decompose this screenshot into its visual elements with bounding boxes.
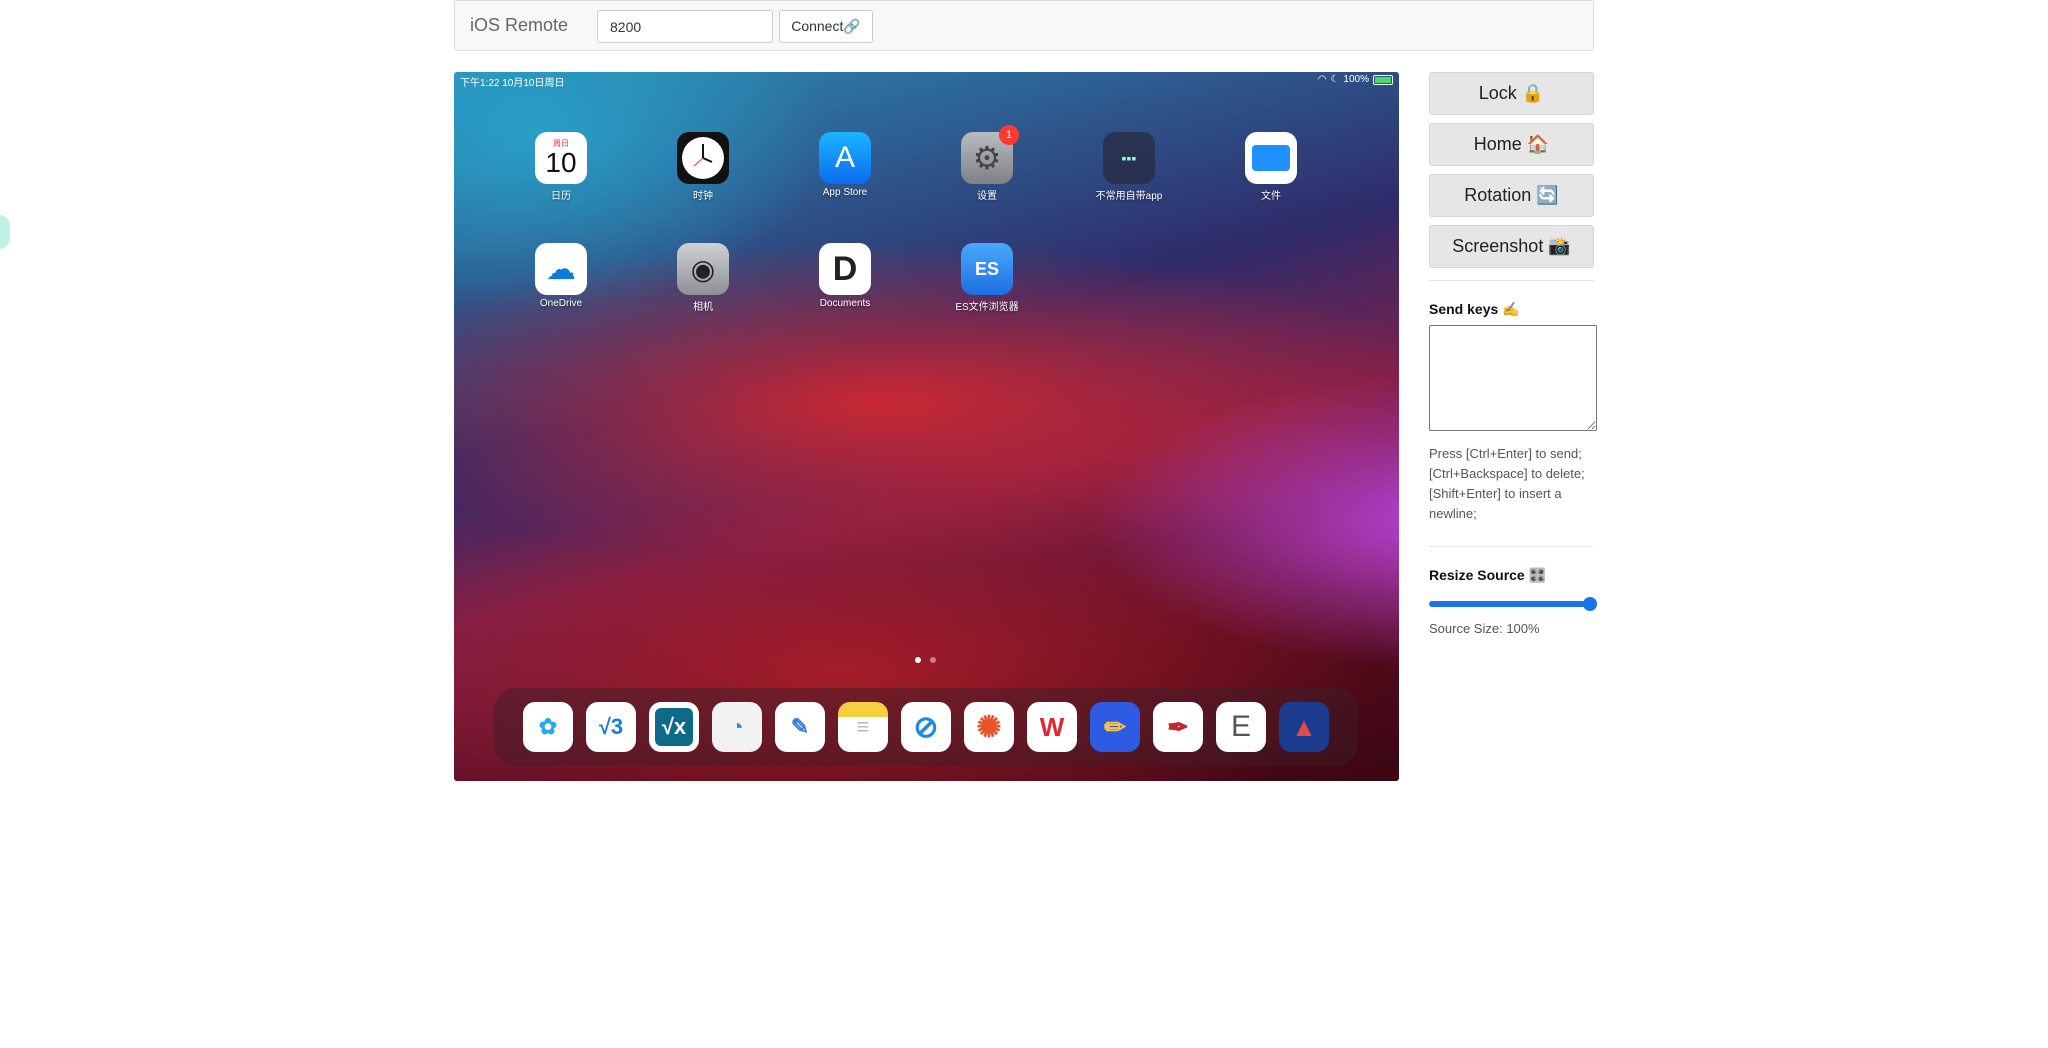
files-icon (1245, 132, 1297, 184)
rotation-button[interactable]: Rotation 🔄 (1429, 174, 1594, 217)
app-files[interactable]: 文件 (1216, 132, 1326, 202)
goodnotes-icon[interactable]: ✎ (775, 702, 825, 752)
moon-icon: ☾ (1330, 74, 1340, 85)
port-input[interactable] (597, 10, 773, 43)
app-label: 文件 (1261, 191, 1281, 202)
app-folder[interactable]: ▪▪▪ 不常用自带app (1074, 132, 1184, 202)
safari-icon[interactable]: ⊘ (901, 702, 951, 752)
clock-icon (677, 132, 729, 184)
divider (1429, 280, 1594, 281)
rocket-app-icon[interactable]: ▲ (1279, 702, 1329, 752)
app-label: 时钟 (693, 191, 713, 202)
documents-icon: D (819, 243, 871, 295)
battery-icon (1373, 74, 1393, 85)
resize-source-label: Resize Source 🎛️ (1429, 567, 1547, 583)
top-navbar: iOS Remote Connect🔗 (454, 0, 1594, 51)
app-label: 相机 (693, 302, 713, 313)
wps-office-icon[interactable]: W (1027, 702, 1077, 752)
app-label: App Store (822, 187, 868, 198)
app-app-store[interactable]: A App Store (790, 132, 900, 198)
calculator-vx-icon[interactable]: √x (649, 702, 699, 752)
app-label: ES文件浏览器 (955, 302, 1019, 313)
resize-source-slider[interactable] (1429, 597, 1597, 611)
app-label: 不常用自带app (1095, 191, 1163, 202)
dock: ✿ √3 √x ◔ ✎ ≡ ⊘ ✺ W ✏ ✒ E ▲ (494, 688, 1358, 766)
notification-badge: 1 (999, 125, 1019, 145)
app-calendar[interactable]: 周日 10 日历 (506, 132, 616, 202)
notes-icon[interactable]: ≡ (838, 702, 888, 752)
home-button[interactable]: Home 🏠 (1429, 123, 1594, 166)
app-store-icon: A (819, 132, 871, 184)
app-brand: iOS Remote (470, 15, 569, 35)
app-label: 日历 (551, 191, 571, 202)
baidu-netdisk-icon[interactable]: ✿ (523, 702, 573, 752)
divider (1429, 546, 1594, 547)
camera-icon: ◉ (677, 243, 729, 295)
lock-button[interactable]: Lock 🔒 (1429, 72, 1594, 115)
folder-icon: ▪▪▪ (1103, 132, 1155, 184)
status-time-date: 下午1:22 10月10日周日 (460, 78, 565, 89)
send-keys-textarea[interactable] (1429, 325, 1597, 431)
page-dot (915, 657, 921, 663)
page-dot (930, 657, 936, 663)
es-file-explorer-icon: ES (961, 243, 1013, 295)
app-settings[interactable]: ⚙ 1 设置 (932, 125, 1042, 202)
connect-button[interactable]: Connect🔗 (779, 10, 873, 43)
app-clock[interactable]: 时钟 (648, 132, 758, 202)
send-keys-help: Press [Ctrl+Enter] to send; [Ctrl+Backsp… (1429, 446, 1585, 521)
app-label: 设置 (977, 191, 997, 202)
app-es-file-explorer[interactable]: ES ES文件浏览器 (932, 243, 1042, 313)
onedrive-icon: ☁ (535, 243, 587, 295)
app-label: Documents (819, 298, 871, 309)
wifi-icon: ◠ (1317, 74, 1327, 85)
mathstudio-icon[interactable]: √3 (586, 702, 636, 752)
app-label: OneDrive (539, 298, 583, 309)
page-indicator (915, 657, 936, 663)
source-size-text: Source Size: 100% (1429, 621, 1540, 636)
e-app-icon[interactable]: E (1216, 702, 1266, 752)
control-panel: Lock 🔒 Home 🏠 Rotation 🔄 Screenshot 📸 Se… (1429, 72, 1597, 636)
photos-icon[interactable]: ✺ (964, 702, 1014, 752)
device-status-bar: 下午1:22 10月10日周日 ◠ ☾ 100% (460, 74, 1393, 89)
app-onedrive[interactable]: ☁ OneDrive (506, 243, 616, 309)
pencil-app-icon[interactable]: ✏ (1090, 702, 1140, 752)
edge-floating-handle[interactable] (0, 215, 10, 249)
battery-percent: 100% (1343, 74, 1369, 85)
app-camera[interactable]: ◉ 相机 (648, 243, 758, 313)
progress-ring-icon[interactable]: ◔ (712, 702, 762, 752)
marker-app-icon[interactable]: ✒ (1153, 702, 1203, 752)
slider-thumb[interactable] (1583, 597, 1597, 611)
screenshot-button[interactable]: Screenshot 📸 (1429, 225, 1594, 268)
app-documents[interactable]: D Documents (790, 243, 900, 309)
calendar-icon: 周日 10 (535, 132, 587, 184)
device-screen[interactable]: 下午1:22 10月10日周日 ◠ ☾ 100% 周日 10 日历 时钟 A A… (454, 72, 1399, 781)
send-keys-label: Send keys ✍️ (1429, 301, 1520, 317)
settings-icon: ⚙ 1 (961, 125, 1019, 184)
